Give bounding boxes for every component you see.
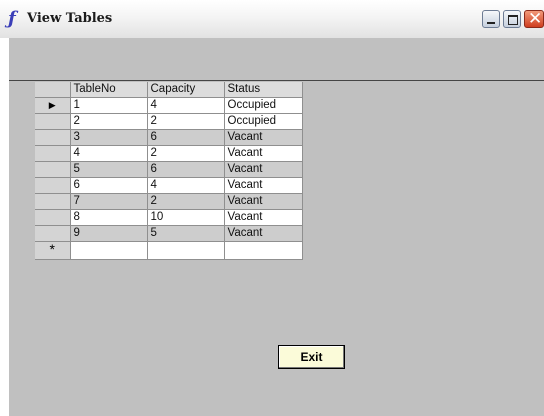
table-row[interactable]: 3 6 Vacant xyxy=(35,129,303,146)
app-icon: ƒ xyxy=(8,8,16,29)
column-header-tableno[interactable]: TableNo xyxy=(70,82,148,98)
cell-status[interactable]: Occupied xyxy=(224,97,303,114)
column-header-status[interactable]: Status xyxy=(224,82,303,98)
new-row-asterisk-icon: * xyxy=(49,241,55,257)
cell-status[interactable]: Vacant xyxy=(224,193,303,210)
cell-status-new[interactable] xyxy=(224,241,303,260)
close-button[interactable]: ✕ xyxy=(524,9,544,29)
column-header-capacity[interactable]: Capacity xyxy=(147,82,225,98)
divider xyxy=(9,80,544,81)
cell-status[interactable]: Vacant xyxy=(224,177,303,194)
table-row[interactable]: 4 2 Vacant xyxy=(35,145,303,162)
title-bar[interactable]: ƒ View Tables ✕ xyxy=(0,0,544,38)
cell-capacity[interactable]: 2 xyxy=(147,145,225,162)
row-header[interactable]: * xyxy=(35,241,71,260)
row-header[interactable]: ▶ xyxy=(35,97,71,114)
cell-tableno[interactable]: 7 xyxy=(70,193,148,210)
minimize-icon xyxy=(487,22,495,24)
row-header[interactable] xyxy=(35,209,71,226)
cell-tableno-new[interactable] xyxy=(70,241,148,260)
cell-capacity[interactable]: 2 xyxy=(147,193,225,210)
cell-tableno[interactable]: 9 xyxy=(70,225,148,242)
cell-capacity-new[interactable] xyxy=(147,241,225,260)
exit-button[interactable]: Exit xyxy=(278,345,345,369)
minimize-button[interactable] xyxy=(482,10,500,28)
row-header[interactable] xyxy=(35,129,71,146)
maximize-icon xyxy=(508,15,518,25)
cell-status[interactable]: Vacant xyxy=(224,129,303,146)
cell-status[interactable]: Occupied xyxy=(224,113,303,130)
cell-capacity[interactable]: 5 xyxy=(147,225,225,242)
maximize-button[interactable] xyxy=(503,10,521,28)
close-icon: ✕ xyxy=(528,9,543,29)
header-row: TableNo Capacity Status xyxy=(35,82,303,98)
row-header[interactable] xyxy=(35,225,71,242)
cell-status[interactable]: Vacant xyxy=(224,225,303,242)
row-header[interactable] xyxy=(35,161,71,178)
row-header[interactable] xyxy=(35,113,71,130)
table-row[interactable]: 8 10 Vacant xyxy=(35,209,303,226)
row-header[interactable] xyxy=(35,145,71,162)
window-title: View Tables xyxy=(27,11,113,26)
cell-capacity[interactable]: 6 xyxy=(147,161,225,178)
cell-tableno[interactable]: 1 xyxy=(70,97,148,114)
form-client-area: TableNo Capacity Status ▶ 1 4 Occupied 2… xyxy=(9,38,544,416)
table-row[interactable]: 7 2 Vacant xyxy=(35,193,303,210)
cell-capacity[interactable]: 4 xyxy=(147,97,225,114)
row-header[interactable] xyxy=(35,193,71,210)
cell-tableno[interactable]: 2 xyxy=(70,113,148,130)
table-row[interactable]: 9 5 Vacant xyxy=(35,225,303,242)
cell-capacity[interactable]: 6 xyxy=(147,129,225,146)
cell-status[interactable]: Vacant xyxy=(224,161,303,178)
table-row[interactable]: 2 2 Occupied xyxy=(35,113,303,130)
current-row-arrow-icon: ▶ xyxy=(48,100,56,110)
cell-capacity[interactable]: 4 xyxy=(147,177,225,194)
cell-tableno[interactable]: 4 xyxy=(70,145,148,162)
new-row[interactable]: * xyxy=(35,241,303,260)
cell-tableno[interactable]: 3 xyxy=(70,129,148,146)
cell-status[interactable]: Vacant xyxy=(224,209,303,226)
view-tables-window: ƒ View Tables ✕ TableNo Capacity Status xyxy=(0,0,544,416)
cell-tableno[interactable]: 8 xyxy=(70,209,148,226)
table-row[interactable]: 5 6 Vacant xyxy=(35,161,303,178)
row-header[interactable] xyxy=(35,177,71,194)
cell-capacity[interactable]: 10 xyxy=(147,209,225,226)
grid-corner-cell[interactable] xyxy=(35,82,71,98)
cell-capacity[interactable]: 2 xyxy=(147,113,225,130)
tables-datagrid[interactable]: TableNo Capacity Status ▶ 1 4 Occupied 2… xyxy=(35,82,303,260)
cell-tableno[interactable]: 5 xyxy=(70,161,148,178)
cell-status[interactable]: Vacant xyxy=(224,145,303,162)
cell-tableno[interactable]: 6 xyxy=(70,177,148,194)
table-row[interactable]: 6 4 Vacant xyxy=(35,177,303,194)
table-row[interactable]: ▶ 1 4 Occupied xyxy=(35,97,303,114)
